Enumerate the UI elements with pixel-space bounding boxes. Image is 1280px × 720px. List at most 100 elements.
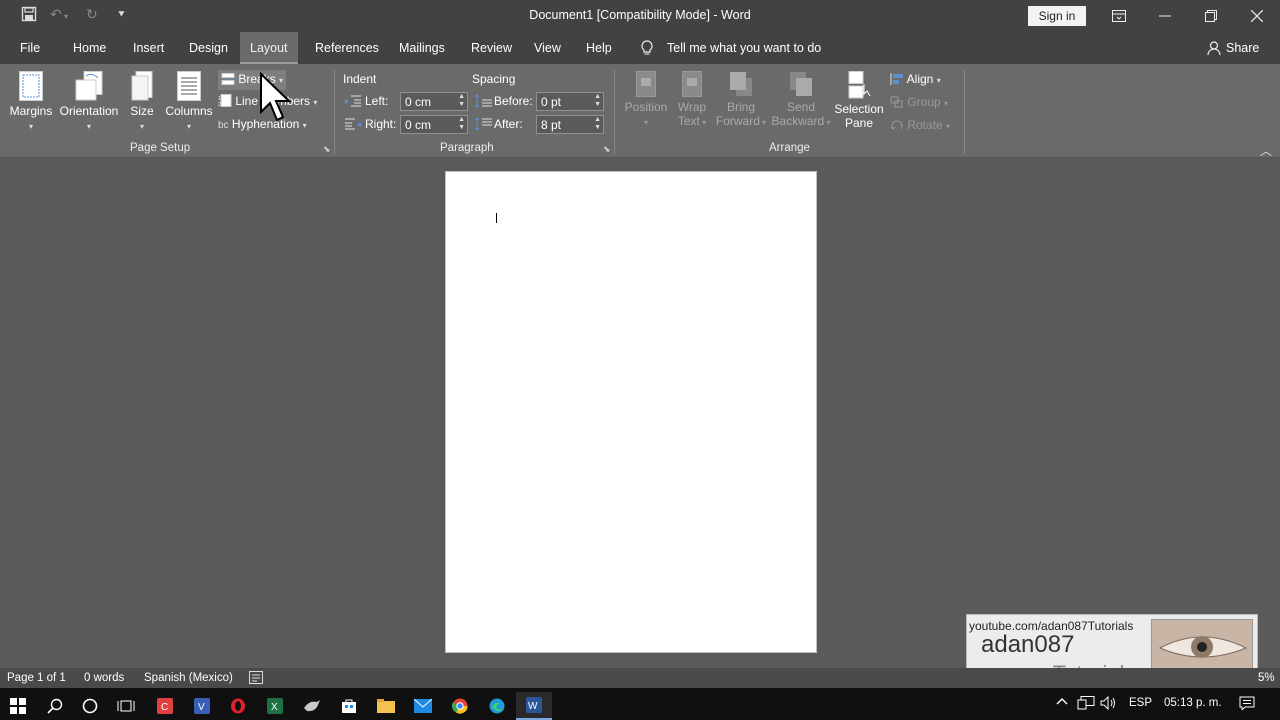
language-indicator[interactable]: Spanish (Mexico) (144, 672, 233, 684)
ribbon-display-options-icon[interactable] (1096, 0, 1142, 32)
close-icon[interactable] (1234, 0, 1280, 32)
windows-taskbar: C V X W ESP 05:13 p. m. (0, 688, 1280, 720)
sign-in-button[interactable]: Sign in (1028, 6, 1086, 26)
spinner-arrows-icon[interactable]: ▲ ▼ (594, 116, 601, 132)
store-icon[interactable] (331, 692, 367, 720)
send-backward-button[interactable]: Send Backward ▾ (770, 70, 832, 128)
edge-icon[interactable] (479, 692, 515, 720)
excel-icon[interactable]: X (257, 692, 293, 720)
selection-label-2: Pane (844, 116, 874, 130)
page-count[interactable]: Page 1 of 1 (7, 672, 66, 684)
selection-pane-button[interactable]: Selection Pane (832, 70, 886, 130)
rotate-button[interactable]: Rotate ▾ (890, 118, 950, 132)
svg-text:V: V (198, 702, 205, 713)
lightbulb-icon (640, 40, 654, 59)
restore-icon[interactable] (1188, 0, 1234, 32)
page-setup-group-label: Page Setup (130, 142, 191, 154)
file-explorer-icon[interactable] (368, 692, 404, 720)
paragraph-group-label: Paragraph (440, 142, 494, 154)
undo-icon[interactable]: ↶ ▾ (50, 6, 68, 23)
tab-design[interactable]: Design (179, 32, 238, 64)
windows-start-icon[interactable] (0, 692, 36, 720)
bring-forward-icon (730, 72, 752, 96)
tab-view[interactable]: View (524, 32, 571, 64)
send-label-2: Backward (771, 114, 825, 128)
notifications-icon[interactable] (1239, 696, 1255, 713)
line-numbers-icon: 12 (218, 94, 235, 108)
indent-right-label: Right: (365, 117, 397, 131)
visio-icon[interactable]: V (184, 692, 220, 720)
save-icon[interactable] (21, 6, 37, 25)
indent-left-input[interactable]: 0 cm ▲ ▼ (400, 92, 468, 111)
align-icon (890, 72, 907, 86)
position-button[interactable]: Position ▾ (622, 70, 670, 128)
watermark-eye-image (1151, 619, 1253, 673)
tab-references[interactable]: References (305, 32, 389, 64)
tell-me-search[interactable]: Tell me what you want to do (657, 32, 831, 64)
customize-quick-access-icon[interactable]: ⯆ (117, 9, 126, 22)
spinner-arrows-icon[interactable]: ▲ ▼ (458, 93, 465, 109)
tab-review[interactable]: Review (461, 32, 522, 64)
spacing-before-input[interactable]: 0 pt ▲ ▼ (536, 92, 604, 111)
spacing-after-input[interactable]: 8 pt ▲ ▼ (536, 115, 604, 134)
tab-home[interactable]: Home (63, 32, 116, 64)
align-button[interactable]: Align ▾ (890, 72, 941, 86)
indent-left-value: 0 cm (405, 95, 432, 109)
search-icon[interactable] (37, 692, 73, 720)
redo-icon[interactable]: ↻ (86, 6, 98, 23)
bring-forward-button[interactable]: Bring Forward ▾ (714, 70, 768, 128)
tab-help[interactable]: Help (576, 32, 622, 64)
wrap-text-button[interactable]: Wrap Text ▾ (672, 70, 712, 128)
zoom-level[interactable]: 5% (1258, 672, 1275, 684)
ribbon-layout: Margins ▾ Orientation ▾ Size ▾ Columns ▾ Bre… (0, 64, 1280, 158)
spacing-before-icon (474, 94, 492, 111)
minimize-icon[interactable] (1142, 0, 1188, 32)
orientation-button[interactable]: Orientation ▾ (58, 70, 120, 132)
indent-right-input[interactable]: 0 cm ▲ ▼ (400, 115, 468, 134)
input-language[interactable]: ESP (1129, 697, 1152, 709)
spinner-arrows-icon[interactable]: ▲ ▼ (594, 93, 601, 109)
tab-insert[interactable]: Insert (123, 32, 174, 64)
tab-file[interactable]: File (10, 32, 50, 64)
collapse-ribbon-icon[interactable]: ︿ (1260, 142, 1272, 159)
tab-mailings[interactable]: Mailings (389, 32, 455, 64)
bring-label-1: Bring (726, 100, 755, 114)
selection-label-1: Selection (834, 102, 884, 116)
app-bird-icon[interactable] (294, 692, 330, 720)
paragraph-dialog-launcher-icon[interactable]: ⬊ (603, 144, 611, 155)
margins-button[interactable]: Margins ▾ (8, 70, 54, 132)
tab-layout[interactable]: Layout (240, 32, 298, 64)
spinner-arrows-icon[interactable]: ▲ ▼ (458, 116, 465, 132)
word-taskbar-icon[interactable]: W (516, 692, 552, 720)
opera-icon[interactable] (220, 692, 256, 720)
title-bar: ↶ ▾ ↻ ⯆ Document1 [Compatibility Mode] -… (0, 0, 1280, 32)
spacing-before-value: 0 pt (541, 95, 562, 109)
svg-text:X: X (271, 702, 278, 713)
task-view-icon[interactable] (108, 692, 144, 720)
indent-right-icon (345, 118, 361, 133)
proofing-icon[interactable] (249, 671, 263, 687)
mail-icon[interactable] (405, 692, 441, 720)
indent-right-value: 0 cm (405, 118, 432, 132)
size-button[interactable]: Size ▾ (126, 70, 158, 132)
app-c-icon[interactable]: C (147, 692, 183, 720)
document-page[interactable] (445, 171, 817, 653)
clock[interactable]: 05:13 p. m. (1164, 697, 1222, 709)
position-label: Position (624, 100, 668, 114)
spacing-heading: Spacing (472, 72, 516, 86)
word-count[interactable]: 0 words (84, 672, 124, 684)
send-backward-icon (790, 72, 812, 96)
spacing-before-label: Before: (494, 94, 533, 108)
network-icon[interactable] (1077, 696, 1095, 713)
show-hidden-icons-icon[interactable] (1056, 696, 1068, 709)
group-button[interactable]: Group ▾ (890, 95, 948, 109)
indent-heading: Indent (343, 72, 377, 86)
page-setup-dialog-launcher-icon[interactable]: ⬊ (323, 144, 331, 155)
cortana-icon[interactable] (72, 692, 108, 720)
columns-button[interactable]: Columns ▾ (162, 70, 216, 132)
share-button[interactable]: Share (1216, 32, 1269, 64)
volume-icon[interactable] (1100, 695, 1118, 713)
chrome-icon[interactable] (442, 692, 478, 720)
spacing-after-icon (474, 117, 492, 134)
margins-icon (19, 71, 43, 101)
